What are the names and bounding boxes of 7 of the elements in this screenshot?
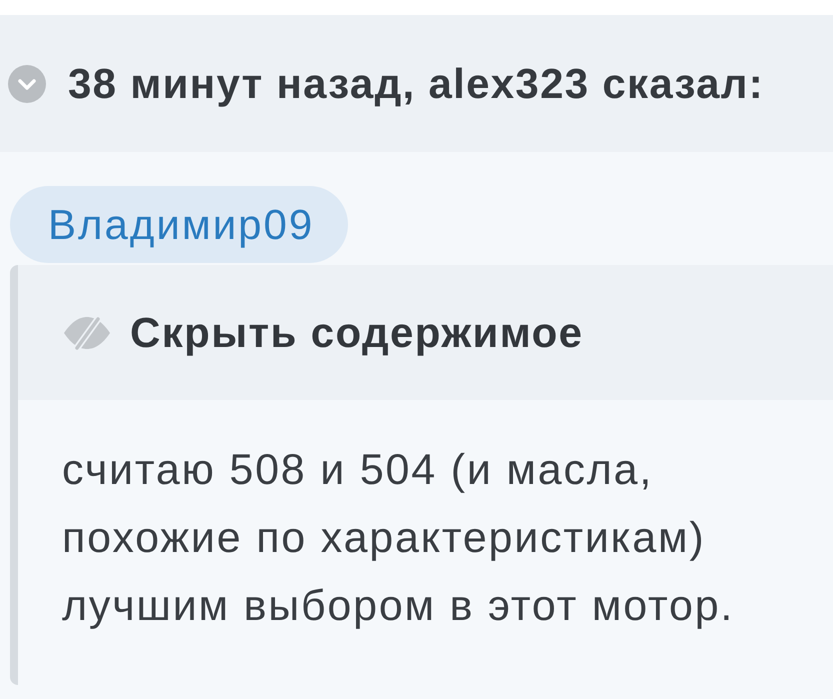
- chevron-down-circle-icon[interactable]: [8, 64, 46, 102]
- user-mention-link[interactable]: Владимир09: [10, 186, 348, 263]
- quote-author-line: 38 минут назад, alex323 сказал:: [68, 60, 764, 108]
- spoiler-toggle[interactable]: Скрыть содержимое: [18, 265, 833, 400]
- spoiler-title: Скрыть содержимое: [130, 308, 584, 356]
- spoiler-text: считаю 508 и 504 (и масла, похожие по характеристикам) лучшим выбором в этот мотор.: [61, 445, 736, 632]
- eye-slash-icon: [62, 314, 112, 350]
